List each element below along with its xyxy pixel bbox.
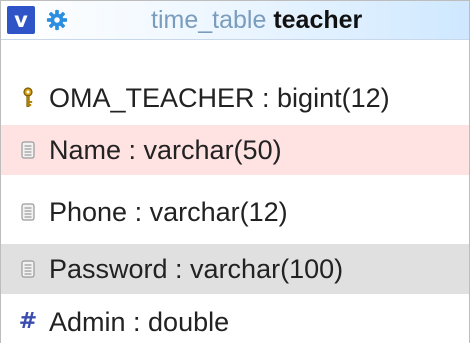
table-card[interactable]: v time_table teacher OMA_TEACHER: bigin… <box>0 0 470 347</box>
field-icon <box>15 203 41 221</box>
column-row-password[interactable]: Password : varchar(100) <box>1 244 469 294</box>
table-title: time_table teacher <box>151 1 362 39</box>
column-row-name[interactable]: Name : varchar(50) <box>1 125 469 175</box>
column-label: Admin : double <box>49 306 230 337</box>
column-row-admin[interactable]: # Admin : double <box>1 297 469 347</box>
numeric-icon: # <box>15 311 41 333</box>
column-row-oma-teacher[interactable]: OMA_TEACHER : bigint(12) <box>1 73 469 123</box>
field-icon <box>15 260 41 278</box>
column-label: Password : varchar(100) <box>49 253 344 284</box>
column-label: Name : varchar(50) <box>49 134 282 165</box>
table-name[interactable]: teacher <box>273 6 362 34</box>
table-header[interactable]: v time_table teacher <box>1 1 469 40</box>
column-label: Phone : varchar(12) <box>49 196 288 227</box>
column-label: OMA_TEACHER : bigint(12) <box>49 82 390 113</box>
field-icon <box>15 141 41 159</box>
hash-glyph: # <box>18 309 38 334</box>
view-toggle-badge[interactable]: v <box>7 6 35 34</box>
database-name: time_table <box>151 6 267 34</box>
key-icon <box>15 87 41 109</box>
gear-icon[interactable] <box>45 8 69 32</box>
column-row-phone[interactable]: Phone : varchar(12) <box>1 187 469 237</box>
